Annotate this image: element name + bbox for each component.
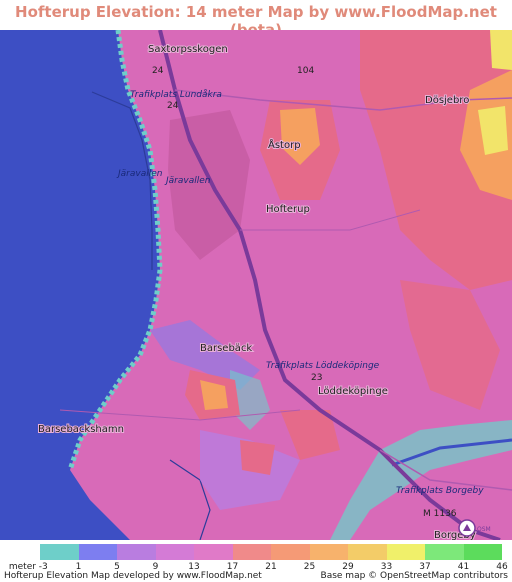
legend-tick-label: 25: [303, 562, 316, 572]
legend-swatch: [78, 544, 117, 560]
road-label-104: 104: [297, 66, 314, 76]
legend-swatch: [271, 544, 310, 560]
peak-area-ne: [490, 30, 512, 70]
legend-swatch: [386, 544, 425, 560]
road-label-24a: 24: [152, 66, 164, 76]
svg-text:OSM: OSM: [477, 526, 491, 533]
elevation-map[interactable]: Saxtorpsskogen Dösjebro Åstorp Järavalle…: [0, 30, 512, 540]
label-loddekopinge: Löddeköpinge: [318, 386, 388, 397]
legend-swatch: [463, 544, 502, 560]
footer-credit: Hofterup Elevation Map developed by www.…: [4, 571, 262, 581]
mid-area-south: [240, 440, 275, 475]
legend-tick-label: 21: [265, 562, 277, 572]
label-jaravallen-land: Järavallen: [164, 176, 211, 186]
road-label-24b: 24: [167, 101, 179, 111]
legend-swatch: [309, 544, 348, 560]
road-label-23: 23: [311, 373, 322, 383]
label-jaravallen-water: Järavallen: [116, 169, 163, 179]
label-dosjebro: Dösjebro: [425, 95, 469, 106]
footer-basemap: Base map © OpenStreetMap contributors: [320, 571, 508, 581]
label-barsebackshamn: Barsebackshamn: [38, 424, 124, 435]
label-trafikplats-loddekopinge: Trafikplats Löddeköpinge: [266, 361, 380, 371]
label-trafikplats-lundakra: Trafikplats Lundåkra: [130, 89, 222, 100]
road-label-m1136: M 1136: [423, 509, 457, 519]
label-hofterup: Hofterup: [266, 204, 310, 215]
label-astorp: Åstorp: [268, 138, 301, 151]
label-barseback: Barsebäck: [200, 343, 252, 354]
legend-swatch: [40, 544, 79, 560]
legend-swatch: [117, 544, 156, 560]
legend-swatch: [232, 544, 271, 560]
legend-swatch: [194, 544, 233, 560]
map-canvas: Saxtorpsskogen Dösjebro Åstorp Järavalle…: [0, 30, 512, 540]
label-saxtorpsskogen: Saxtorpsskogen: [148, 44, 228, 55]
title-bar: Hofterup Elevation: 14 meter Map by www.…: [0, 0, 512, 39]
openstreetmap-logo: OSM: [458, 519, 491, 537]
label-trafikplats-borgeby: Trafikplats Borgeby: [396, 486, 484, 496]
legend-swatch: [155, 544, 194, 560]
legend-swatch: [348, 544, 387, 560]
elevation-legend: meter -3 1 5 9 13 17 21 25 29 33 37 41 46 Hofterup E…: [0, 540, 512, 582]
legend-swatch: [425, 544, 464, 560]
